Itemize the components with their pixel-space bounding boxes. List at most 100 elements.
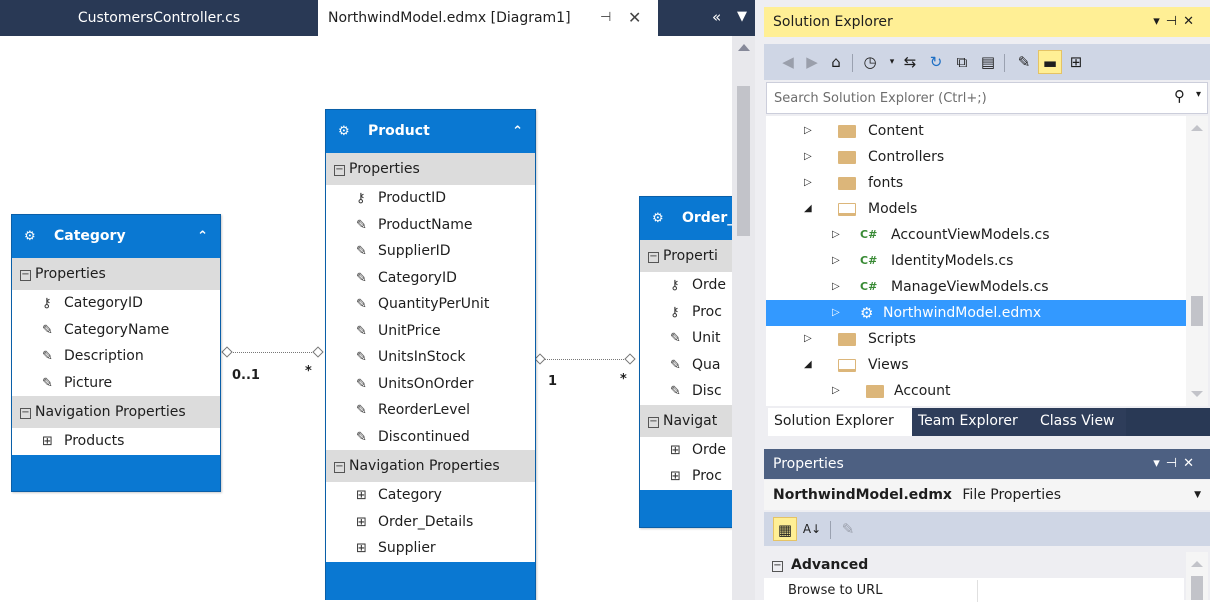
refresh-icon[interactable]: ↻ xyxy=(924,50,948,74)
preview-selected-items-icon[interactable]: ▬ xyxy=(1038,50,1062,74)
navigation-section-header[interactable]: − Navigat xyxy=(640,404,732,437)
entity-property[interactable]: ✎ SupplierID xyxy=(326,238,535,265)
expand-arrow-icon[interactable]: ▷ xyxy=(832,300,840,326)
collapse-box-icon[interactable]: − xyxy=(334,165,345,176)
tab-dropdown-button[interactable]: ▼ xyxy=(737,0,747,36)
properties-title-bar[interactable]: Properties ▾⊣✕ xyxy=(764,449,1210,479)
tab-customers-controller[interactable]: CustomersController.cs xyxy=(0,0,318,36)
pane-splitter[interactable] xyxy=(755,0,764,600)
scrollbar-thumb[interactable] xyxy=(1191,296,1203,326)
entity-key-property[interactable]: ⚷ Orde xyxy=(640,272,732,299)
navigation-property[interactable]: ⊞ Products xyxy=(12,428,220,455)
tab-overflow-button[interactable]: « xyxy=(712,0,721,36)
close-icon[interactable]: ✕ xyxy=(1183,456,1200,471)
entity-property[interactable]: ✎ QuantityPerUnit xyxy=(326,291,535,318)
property-row[interactable]: Browse to URL xyxy=(764,580,1184,602)
property-grid-scrollbar[interactable] xyxy=(1186,552,1208,600)
entity-header[interactable]: ⚙ Category ⌃ xyxy=(12,215,220,258)
entity-category[interactable]: ⚙ Category ⌃ − Properties ⚷ CategoryID ✎ Ca… xyxy=(11,214,221,492)
sync-with-document-icon[interactable]: ⇆ xyxy=(898,50,922,74)
expand-arrow-icon[interactable]: ▷ xyxy=(832,222,840,248)
pin-icon[interactable]: ⊣ xyxy=(1166,456,1183,471)
entity-property[interactable]: ✎ UnitsInStock xyxy=(326,344,535,371)
entity-property[interactable]: ✎ Unit xyxy=(640,325,732,352)
tab-class-view[interactable]: Class View xyxy=(1034,408,1126,436)
scroll-up-arrow-icon[interactable] xyxy=(738,44,750,51)
search-input[interactable] xyxy=(767,83,1167,113)
entity-key-property[interactable]: ⚷ CategoryID xyxy=(12,290,220,317)
entity-property[interactable]: ✎ ReorderLevel xyxy=(326,397,535,424)
solution-tree[interactable]: ▷ Content ▷ Controllers ▷ fonts ◢ Models… xyxy=(766,116,1186,406)
class-diagram-icon[interactable]: ⊞ xyxy=(1064,50,1088,74)
search-options-dropdown-icon[interactable]: ▾ xyxy=(1196,89,1201,100)
collapse-box-icon[interactable]: − xyxy=(20,408,31,419)
entity-header[interactable]: ⚙ Product ⌃ xyxy=(326,110,535,153)
home-icon[interactable]: ⌂ xyxy=(824,50,848,74)
association-line[interactable] xyxy=(540,359,632,360)
pending-changes-filter-icon[interactable]: ◷ xyxy=(858,50,882,74)
property-category-advanced[interactable]: − Advanced xyxy=(764,552,1184,578)
entity-property[interactable]: ✎ UnitsOnOrder xyxy=(326,371,535,398)
expand-arrow-icon[interactable]: ▷ xyxy=(804,326,812,352)
pin-icon[interactable]: ⊣ xyxy=(600,0,611,36)
properties-wrench-icon[interactable]: ✎ xyxy=(1012,50,1036,74)
navigation-section-header[interactable]: − Navigation Properties xyxy=(326,450,535,482)
solution-tree-scrollbar[interactable] xyxy=(1186,116,1208,406)
collapse-box-icon[interactable]: − xyxy=(334,462,345,473)
entity-property[interactable]: ✎ Discontinued xyxy=(326,424,535,451)
collapse-arrow-icon[interactable]: ◢ xyxy=(804,196,812,222)
solution-explorer-search[interactable]: ⚲ ▾ xyxy=(766,82,1208,114)
navigation-property[interactable]: ⊞ Orde xyxy=(640,437,732,464)
expand-arrow-icon[interactable]: ▷ xyxy=(804,144,812,170)
show-all-files-icon[interactable]: ▤ xyxy=(976,50,1000,74)
pin-icon[interactable]: ⊣ xyxy=(1166,14,1183,29)
navigation-section-header[interactable]: − Navigation Properties xyxy=(12,396,220,428)
properties-section-header[interactable]: − Properti xyxy=(640,240,732,272)
diagram-vertical-scrollbar[interactable] xyxy=(732,36,755,600)
tree-item-accountviewmodels[interactable]: ▷ C# AccountViewModels.cs xyxy=(766,222,1186,248)
collapse-chevron-icon[interactable]: ⌃ xyxy=(512,110,523,153)
tab-team-explorer[interactable]: Team Explorer xyxy=(912,408,1034,436)
entity-property[interactable]: ✎ Qua xyxy=(640,352,732,379)
association-line[interactable] xyxy=(224,352,320,353)
scroll-up-arrow-icon[interactable] xyxy=(1191,561,1203,567)
collapse-box-icon[interactable]: − xyxy=(648,252,659,263)
navigation-property[interactable]: ⊞ Category xyxy=(326,482,535,509)
tree-item-identitymodels[interactable]: ▷ C# IdentityModels.cs xyxy=(766,248,1186,274)
expand-arrow-icon[interactable]: ▷ xyxy=(804,118,812,144)
navigation-property[interactable]: ⊞ Supplier xyxy=(326,535,535,562)
tree-item-manageviewmodels[interactable]: ▷ C# ManageViewModels.cs xyxy=(766,274,1186,300)
scrollbar-thumb[interactable] xyxy=(737,86,750,236)
tab-northwind-model[interactable]: NorthwindModel.edmx [Diagram1] ⊣ ✕ xyxy=(318,0,658,36)
close-icon[interactable]: ✕ xyxy=(1183,14,1200,29)
collapse-arrow-icon[interactable]: ◢ xyxy=(804,352,812,378)
tree-item-fonts[interactable]: ▷ fonts xyxy=(766,170,1186,196)
tree-item-content[interactable]: ▷ Content xyxy=(766,118,1186,144)
expand-arrow-icon[interactable]: ▷ xyxy=(832,378,840,404)
collapse-all-icon[interactable]: ⧉ xyxy=(950,50,974,74)
tree-item-northwindmodel[interactable]: ▷ ⚙ NorthwindModel.edmx xyxy=(766,300,1186,326)
entity-property[interactable]: ✎ CategoryID xyxy=(326,265,535,292)
entity-key-property[interactable]: ⚷ Proc xyxy=(640,299,732,326)
solution-explorer-title-bar[interactable]: Solution Explorer ▾⊣✕ xyxy=(764,7,1210,37)
property-pages-icon[interactable]: ✎ xyxy=(836,517,860,541)
entity-key-property[interactable]: ⚷ ProductID xyxy=(326,185,535,212)
entity-property[interactable]: ✎ Picture xyxy=(12,370,220,397)
tree-item-models[interactable]: ◢ Models xyxy=(766,196,1186,222)
tree-item-views[interactable]: ◢ Views xyxy=(766,352,1186,378)
dropdown-icon[interactable]: ▾ xyxy=(1153,14,1166,29)
dropdown-icon[interactable]: ▾ xyxy=(1153,456,1166,471)
tab-solution-explorer[interactable]: Solution Explorer xyxy=(768,408,912,436)
chevron-down-icon[interactable]: ▼ xyxy=(1194,480,1201,510)
entity-property[interactable]: ✎ Disc xyxy=(640,378,732,405)
back-icon[interactable]: ◀ xyxy=(776,50,800,74)
properties-object-selector[interactable]: NorthwindModel.edmx File Properties ▼ xyxy=(764,480,1210,510)
navigation-property[interactable]: ⊞ Proc xyxy=(640,463,732,490)
entity-property[interactable]: ✎ UnitPrice xyxy=(326,318,535,345)
scroll-down-arrow-icon[interactable] xyxy=(1191,391,1203,397)
tree-item-controllers[interactable]: ▷ Controllers xyxy=(766,144,1186,170)
entity-property[interactable]: ✎ Description xyxy=(12,343,220,370)
collapse-box-icon[interactable]: − xyxy=(648,416,659,428)
properties-section-header[interactable]: − Properties xyxy=(12,258,220,290)
scrollbar-thumb[interactable] xyxy=(1191,576,1203,600)
